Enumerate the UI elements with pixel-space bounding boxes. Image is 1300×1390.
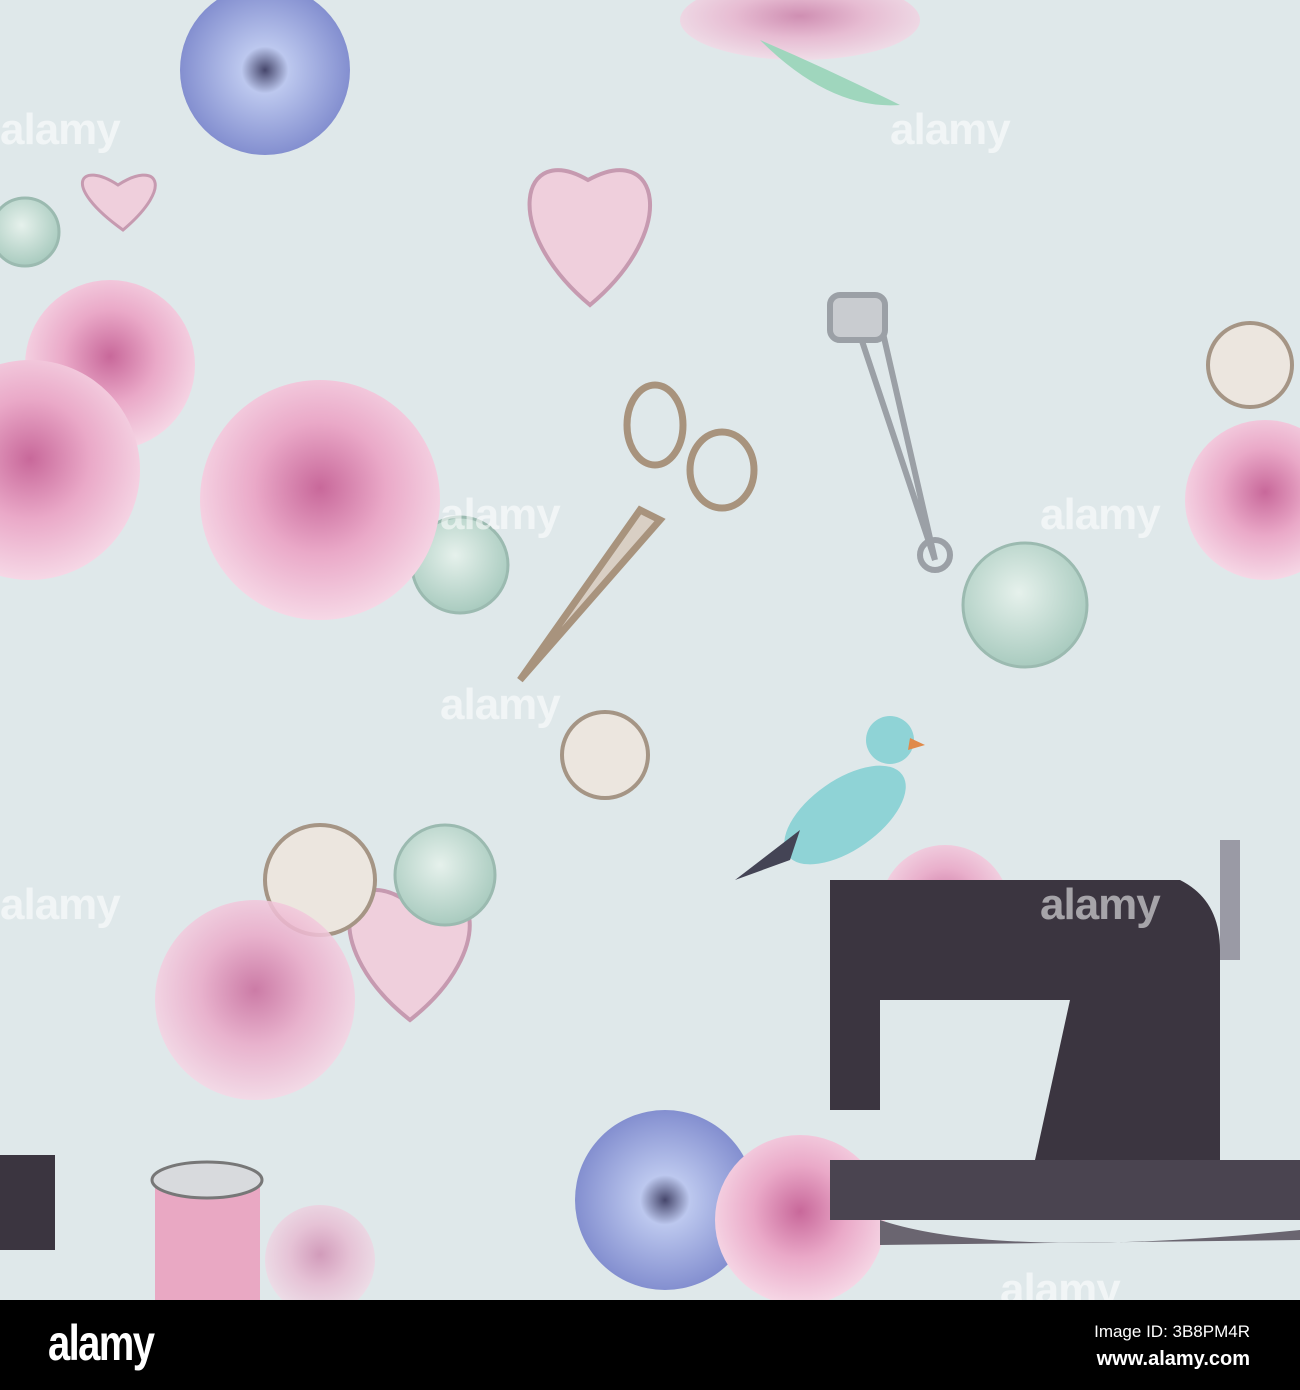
watermark: alamy: [1040, 490, 1161, 539]
image-id: Image ID: 3B8PM4R: [1094, 1322, 1250, 1341]
footer-bar: alamy Image ID: 3B8PM4R www.alamy.com: [0, 1300, 1300, 1390]
button: [0, 196, 61, 268]
button: [560, 710, 650, 800]
bird: [735, 716, 925, 880]
button: [961, 541, 1089, 669]
alamy-logo: alamy: [48, 1315, 155, 1371]
pattern-artwork: [0, 0, 1300, 1315]
site-url: www.alamy.com: [1096, 1348, 1250, 1370]
peony-flower: [265, 1205, 375, 1315]
button: [1206, 321, 1294, 409]
anemone-flower: [180, 0, 350, 155]
watermark: alamy: [890, 105, 1011, 154]
safety-pin: [827, 292, 953, 573]
watermark: alamy: [1040, 880, 1161, 929]
watermark: alamy: [0, 880, 121, 929]
thread-spool: [150, 1160, 264, 1300]
watermark: alamy: [440, 490, 561, 539]
button: [393, 823, 497, 927]
peony-flower: [680, 0, 920, 60]
peony-flower: [200, 380, 440, 620]
peony-flower: [155, 900, 355, 1100]
sewing-pattern-illustration: alamy alamy alamy alamy alamy alamy alam…: [0, 0, 1300, 1315]
peony-flower: [1185, 420, 1300, 580]
heart-button: [527, 168, 652, 308]
heart-button: [80, 173, 157, 232]
watermark: alamy: [440, 680, 561, 729]
watermark: alamy: [0, 105, 121, 154]
